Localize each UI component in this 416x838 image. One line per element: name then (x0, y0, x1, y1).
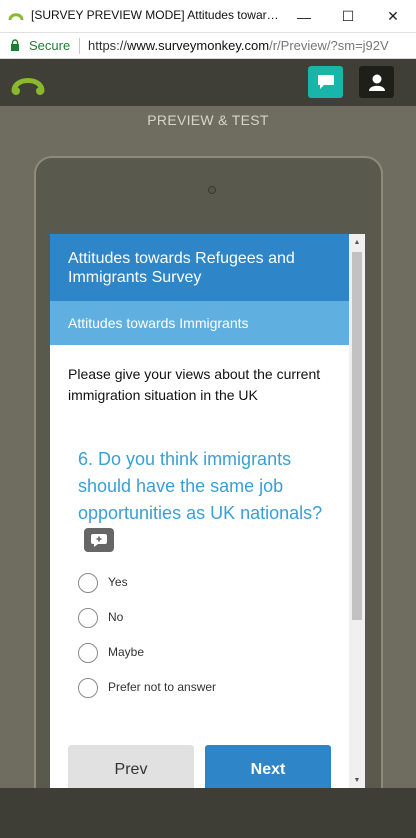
secure-label: Secure (29, 38, 71, 53)
maximize-icon: ☐ (341, 8, 355, 24)
close-button[interactable]: ✕ (371, 0, 415, 33)
scroll-down-icon[interactable]: ▼ (349, 776, 365, 786)
minimize-icon: — (297, 8, 311, 25)
survey-screen: Attitudes towards Refugees and Immigrant… (50, 234, 365, 794)
radio-yes[interactable] (78, 573, 98, 593)
next-button[interactable]: Next (205, 745, 331, 794)
scroll-thumb[interactable] (352, 252, 362, 620)
chat-icon (317, 75, 334, 89)
chat-button[interactable] (308, 66, 343, 98)
user-menu-button[interactable] (359, 66, 394, 98)
page-description: Please give your views about the current… (68, 366, 321, 403)
url-scheme: https:// (88, 38, 128, 53)
url-path: /r/Preview/?sm=j92V (269, 38, 389, 53)
bottom-bar (0, 788, 416, 838)
close-icon: ✕ (387, 8, 399, 24)
address-bar[interactable]: Secure https://www.surveymonkey.com/r/Pr… (0, 33, 416, 59)
option-label-no: No (108, 610, 124, 624)
add-comment-button[interactable] (84, 528, 114, 552)
window-title: [SURVEY PREVIEW MODE] Attitudes towards … (31, 8, 281, 22)
option-label-prefer-not: Prefer not to answer (108, 680, 217, 694)
app-header (0, 59, 416, 106)
lock-icon (11, 39, 19, 51)
page-title: Attitudes towards Immigrants (68, 315, 249, 331)
option-label-yes: Yes (108, 575, 128, 589)
url-host: www.surveymonkey.com (127, 38, 270, 53)
survey-scrollbar[interactable]: ▲ ▼ (349, 234, 365, 794)
scroll-up-icon[interactable]: ▲ (349, 238, 365, 248)
surveymonkey-favicon-icon (8, 13, 24, 21)
camera-icon (208, 186, 216, 194)
prev-button[interactable]: Prev (68, 745, 194, 794)
page-title-band: Attitudes towards Immigrants (50, 301, 349, 345)
question-text: 6. Do you think immigrants should have t… (78, 449, 323, 523)
radio-maybe[interactable] (78, 643, 98, 663)
option-label-maybe: Maybe (108, 645, 145, 659)
radio-prefer-not[interactable] (78, 678, 98, 698)
address-divider (79, 38, 80, 54)
user-icon (368, 74, 385, 91)
radio-no[interactable] (78, 608, 98, 628)
surveymonkey-logo-icon[interactable] (8, 69, 48, 97)
survey-header: Attitudes towards Refugees and Immigrant… (50, 234, 349, 301)
preview-test-label: PREVIEW & TEST (147, 112, 269, 128)
window-titlebar: [SURVEY PREVIEW MODE] Attitudes towards … (0, 0, 416, 33)
minimize-button[interactable]: — (282, 0, 326, 33)
survey-title: Attitudes towards Refugees and Immigrant… (68, 250, 295, 286)
url-text[interactable]: https://www.surveymonkey.com/r/Preview/?… (88, 38, 389, 53)
comment-add-icon (91, 534, 107, 547)
maximize-button[interactable]: ☐ (326, 0, 370, 33)
